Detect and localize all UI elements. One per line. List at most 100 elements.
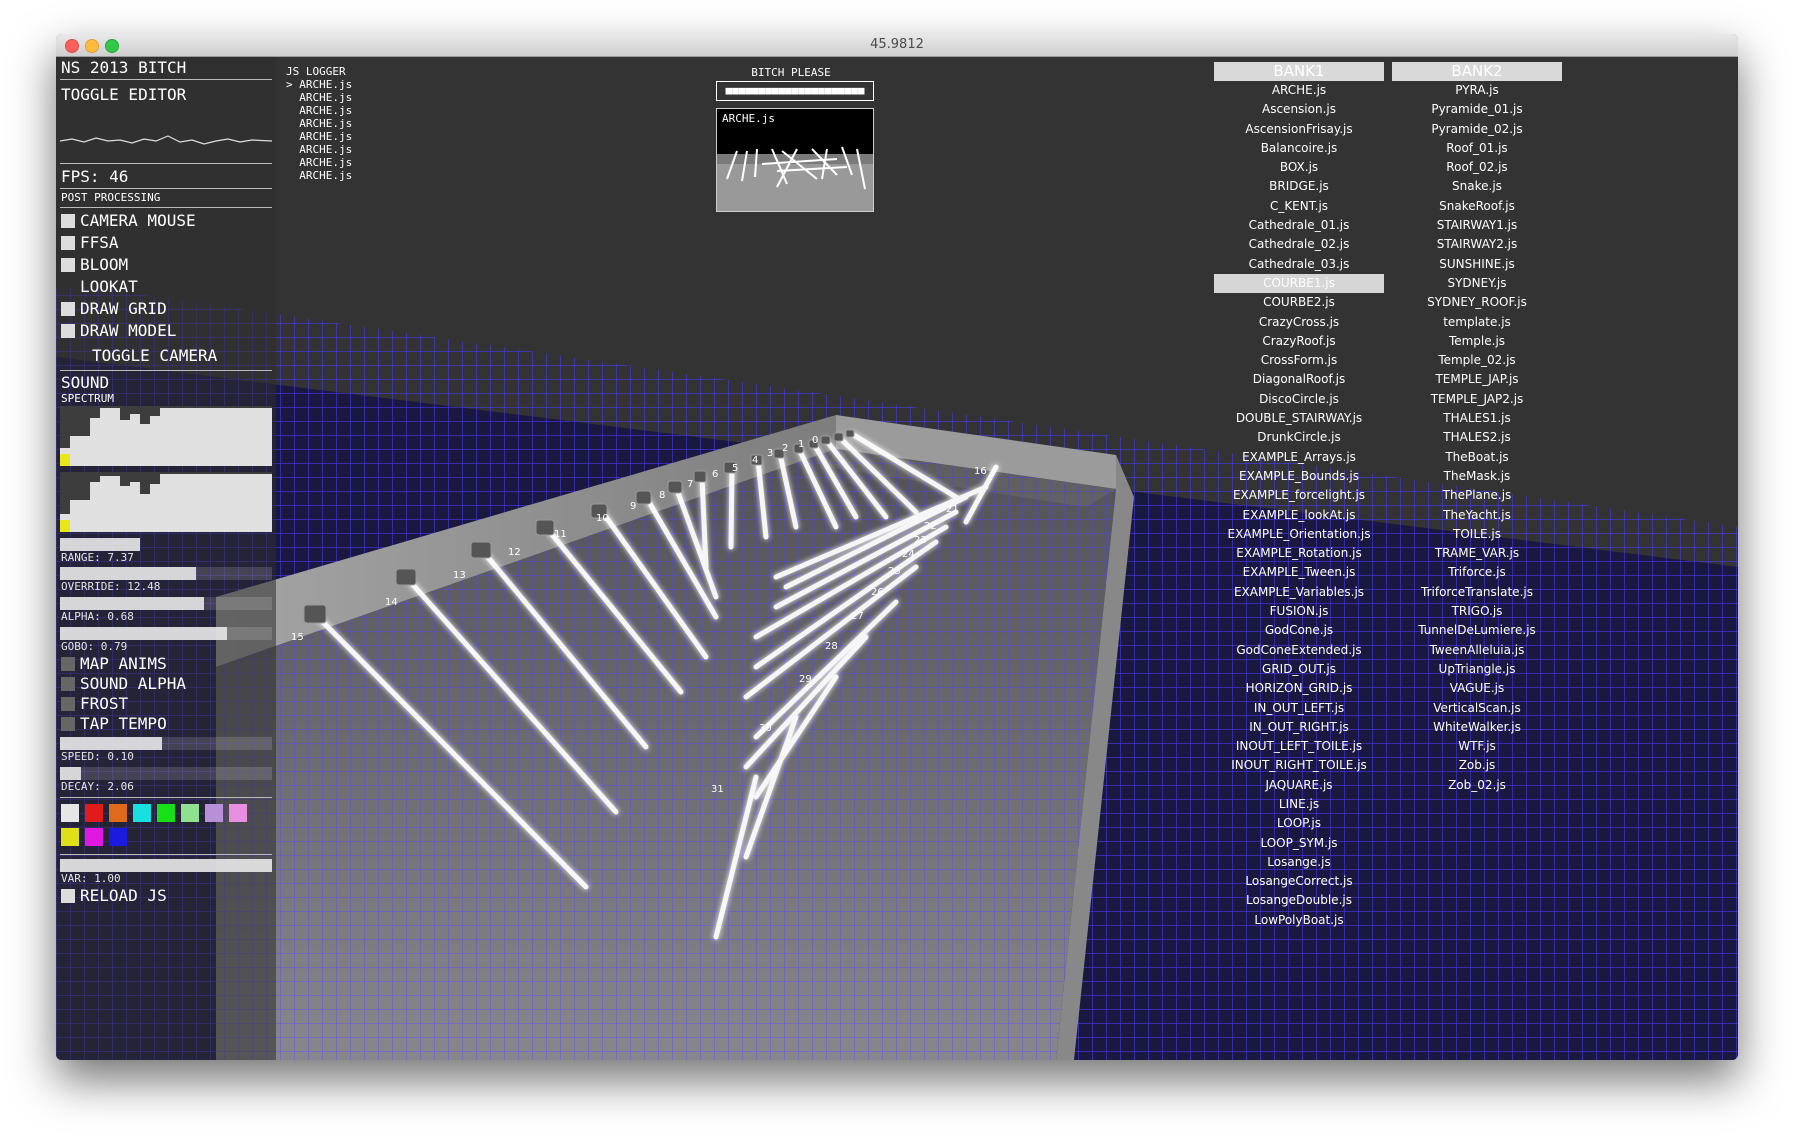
bank2-item[interactable]: TweenAlleluia.js xyxy=(1392,641,1562,660)
draw-grid-checkbox[interactable] xyxy=(61,302,75,316)
preview-window[interactable]: ARCHE.js xyxy=(716,108,874,212)
color-swatch[interactable] xyxy=(133,804,151,822)
bank2-item[interactable]: Triforce.js xyxy=(1392,563,1562,582)
bank2-item[interactable]: Zob.js xyxy=(1392,756,1562,775)
bank1-item[interactable]: GodConeExtended.js xyxy=(1214,641,1384,660)
bank1-item[interactable]: LosangeDouble.js xyxy=(1214,891,1384,910)
color-swatch[interactable] xyxy=(85,804,103,822)
bank1-item[interactable]: IN_OUT_RIGHT.js xyxy=(1214,718,1384,737)
bank1-item[interactable]: LowPolyBoat.js xyxy=(1214,911,1384,930)
bank1-item[interactable]: CrossForm.js xyxy=(1214,351,1384,370)
bank1-item[interactable]: INOUT_LEFT_TOILE.js xyxy=(1214,737,1384,756)
color-swatch[interactable] xyxy=(61,804,79,822)
map-anims-checkbox[interactable] xyxy=(61,657,75,671)
bank1-item[interactable]: EXAMPLE_Arrays.js xyxy=(1214,448,1384,467)
bank1-item[interactable]: EXAMPLE_Tween.js xyxy=(1214,563,1384,582)
ffsa-checkbox[interactable] xyxy=(61,236,75,250)
bank1-item[interactable]: BOX.js xyxy=(1214,158,1384,177)
bank2-item[interactable]: Temple_02.js xyxy=(1392,351,1562,370)
bank2-item[interactable]: THALES1.js xyxy=(1392,409,1562,428)
color-swatch[interactable] xyxy=(61,828,79,846)
bank2-item[interactable]: PYRA.js xyxy=(1392,81,1562,100)
bank1-item[interactable]: LINE.js xyxy=(1214,795,1384,814)
bank2-item[interactable]: SnakeRoof.js xyxy=(1392,197,1562,216)
reload-js-label[interactable]: RELOAD JS xyxy=(80,886,167,905)
bank2-item[interactable]: ThePlane.js xyxy=(1392,486,1562,505)
bank2-item[interactable]: TEMPLE_JAP2.js xyxy=(1392,390,1562,409)
var-slider[interactable] xyxy=(60,859,272,872)
bank1-item[interactable]: INOUT_RIGHT_TOILE.js xyxy=(1214,756,1384,775)
bank1-item[interactable]: Losange.js xyxy=(1214,853,1384,872)
bank1-item[interactable]: ARCHE.js xyxy=(1214,81,1384,100)
bank1-item[interactable]: LOOP.js xyxy=(1214,814,1384,833)
bank2-item[interactable]: Snake.js xyxy=(1392,177,1562,196)
bank1-item[interactable]: HORIZON_GRID.js xyxy=(1214,679,1384,698)
gobo-slider[interactable] xyxy=(60,627,272,640)
color-swatch[interactable] xyxy=(181,804,199,822)
3d-viewport[interactable]: 0 1 2 3 4 5 6 7 8 9 10 11 12 13 14 15 16… xyxy=(56,57,1738,1060)
bank1-item[interactable]: BRIDGE.js xyxy=(1214,177,1384,196)
bank2-item[interactable]: TunnelDeLumiere.js xyxy=(1392,621,1562,640)
toggle-editor-button[interactable]: TOGGLE EDITOR xyxy=(61,85,186,104)
bank2-item[interactable]: Pyramide_01.js xyxy=(1392,100,1562,119)
bank2-item[interactable]: UpTriangle.js xyxy=(1392,660,1562,679)
bank2-item[interactable]: Roof_02.js xyxy=(1392,158,1562,177)
bank2-item[interactable]: TEMPLE_JAP.js xyxy=(1392,370,1562,389)
bank2-item[interactable]: SUNSHINE.js xyxy=(1392,255,1562,274)
color-swatch[interactable] xyxy=(205,804,223,822)
decay-slider[interactable] xyxy=(60,767,272,780)
bank2-item[interactable]: STAIRWAY2.js xyxy=(1392,235,1562,254)
bank1-item[interactable]: COURBE1.js xyxy=(1214,273,1384,294)
bank1-item[interactable]: EXAMPLE_lookAt.js xyxy=(1214,506,1384,525)
bank1-item[interactable]: Balancoire.js xyxy=(1214,139,1384,158)
color-swatch[interactable] xyxy=(157,804,175,822)
bank1-item[interactable]: C_KENT.js xyxy=(1214,197,1384,216)
bloom-checkbox[interactable] xyxy=(61,258,75,272)
bank2-item[interactable]: WTF.js xyxy=(1392,737,1562,756)
bank2-item[interactable]: TRAME_VAR.js xyxy=(1392,544,1562,563)
bank1-item[interactable]: LOOP_SYM.js xyxy=(1214,834,1384,853)
range-slider-top[interactable] xyxy=(60,538,140,551)
bank2-item[interactable]: TheYacht.js xyxy=(1392,506,1562,525)
bank1-item[interactable]: EXAMPLE_forcelight.js xyxy=(1214,486,1384,505)
toggle-camera-button[interactable]: TOGGLE CAMERA xyxy=(92,346,217,365)
override-slider[interactable] xyxy=(60,567,272,580)
bank1-item[interactable]: AscensionFrisay.js xyxy=(1214,120,1384,139)
speed-slider[interactable] xyxy=(60,737,272,750)
color-swatch[interactable] xyxy=(229,804,247,822)
bank2-item[interactable]: SYDNEY.js xyxy=(1392,274,1562,293)
bank1-item[interactable]: Ascension.js xyxy=(1214,100,1384,119)
bank1-item[interactable]: IN_OUT_LEFT.js xyxy=(1214,699,1384,718)
bank2-item[interactable]: WhiteWalker.js xyxy=(1392,718,1562,737)
bank2-item[interactable]: TOILE.js xyxy=(1392,525,1562,544)
bank2-item[interactable]: THALES2.js xyxy=(1392,428,1562,447)
bank2-item[interactable]: VAGUE.js xyxy=(1392,679,1562,698)
reload-js-checkbox[interactable] xyxy=(61,889,75,903)
color-swatch[interactable] xyxy=(109,804,127,822)
bank1-item[interactable]: EXAMPLE_Orientation.js xyxy=(1214,525,1384,544)
bank2-item[interactable]: Temple.js xyxy=(1392,332,1562,351)
bank1-item[interactable]: DiscoCircle.js xyxy=(1214,390,1384,409)
bank2-item[interactable]: Pyramide_02.js xyxy=(1392,120,1562,139)
bank1-item[interactable]: CrazyCross.js xyxy=(1214,313,1384,332)
bank2-item[interactable]: Roof_01.js xyxy=(1392,139,1562,158)
color-swatch[interactable] xyxy=(85,828,103,846)
color-swatch[interactable] xyxy=(109,828,127,846)
bank1-item[interactable]: LosangeCorrect.js xyxy=(1214,872,1384,891)
bank1-item[interactable]: Cathedrale_03.js xyxy=(1214,255,1384,274)
bank1-item[interactable]: FUSION.js xyxy=(1214,602,1384,621)
bank2-item[interactable]: SYDNEY_ROOF.js xyxy=(1392,293,1562,312)
bank2-item[interactable]: TriforceTranslate.js xyxy=(1392,583,1562,602)
draw-model-checkbox[interactable] xyxy=(61,324,75,338)
bank1-item[interactable]: GRID_OUT.js xyxy=(1214,660,1384,679)
bank2-item[interactable]: STAIRWAY1.js xyxy=(1392,216,1562,235)
bank2-item[interactable]: TRIGO.js xyxy=(1392,602,1562,621)
alpha-slider[interactable] xyxy=(60,597,272,610)
frost-checkbox[interactable] xyxy=(61,697,75,711)
bank1-item[interactable]: COURBE2.js xyxy=(1214,293,1384,312)
bank1-item[interactable]: GodCone.js xyxy=(1214,621,1384,640)
bank1-item[interactable]: DOUBLE_STAIRWAY.js xyxy=(1214,409,1384,428)
lookat-checkbox[interactable] xyxy=(61,280,75,294)
bank1-item[interactable]: DiagonalRoof.js xyxy=(1214,370,1384,389)
bank1-item[interactable]: DrunkCircle.js xyxy=(1214,428,1384,447)
